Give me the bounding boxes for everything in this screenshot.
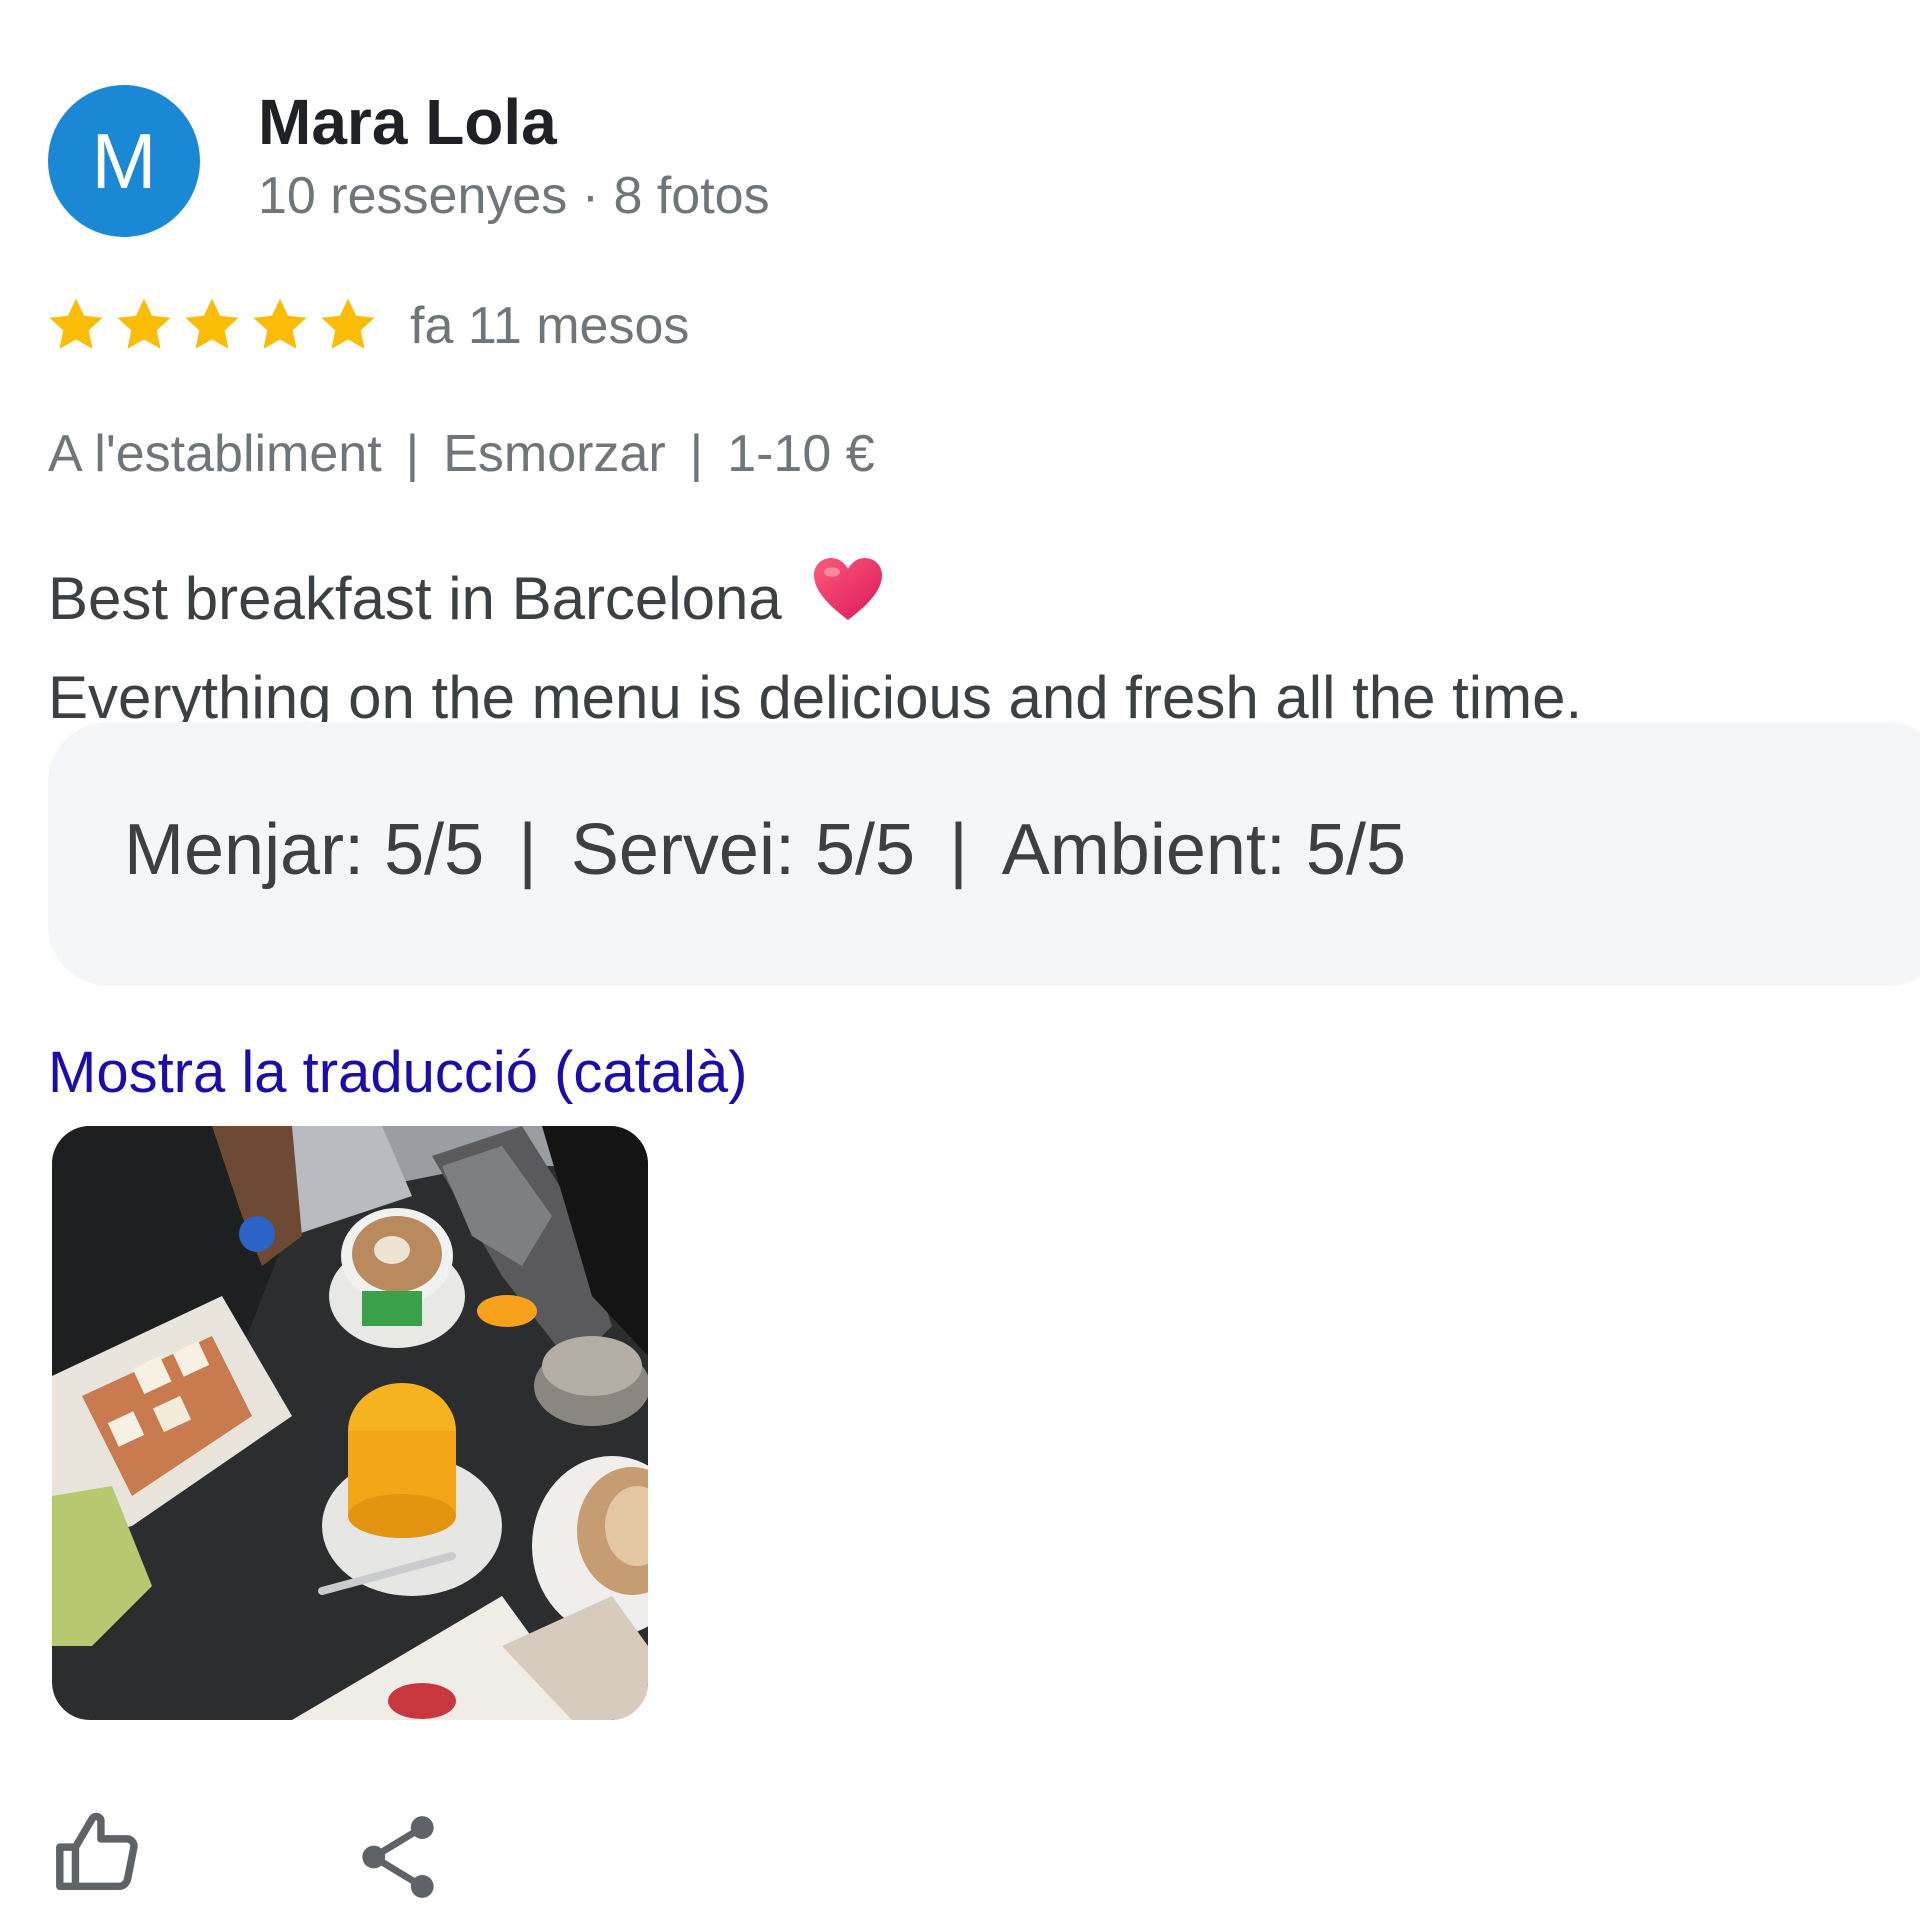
share-button[interactable] bbox=[356, 1812, 440, 1902]
tag-meal-type: Esmorzar bbox=[443, 425, 666, 483]
star-icon bbox=[321, 298, 375, 349]
review-photo[interactable] bbox=[52, 1126, 648, 1720]
tag-service-type: A l'establiment bbox=[48, 425, 382, 483]
thumb-up-icon bbox=[56, 1812, 138, 1891]
star-icon bbox=[253, 298, 307, 349]
star-rating bbox=[44, 294, 380, 356]
like-button[interactable] bbox=[50, 1806, 144, 1900]
tag-separator: | bbox=[689, 425, 704, 483]
tag-price-range: 1-10 € bbox=[727, 425, 875, 483]
tag-separator: | bbox=[405, 425, 420, 483]
avatar-initial: M bbox=[91, 117, 157, 205]
review-line-1: Best breakfast in Barcelona bbox=[48, 565, 782, 632]
share-icon bbox=[362, 1816, 434, 1898]
subrating-food: Menjar: 5/5 bbox=[124, 810, 485, 890]
review-tags: A l'establiment | Esmorzar | 1-10 € bbox=[48, 428, 875, 480]
author-meta: 10 ressenyes · 8 fotos bbox=[258, 167, 770, 225]
author-name[interactable]: Mara Lola bbox=[258, 90, 557, 154]
subrating-separator: | bbox=[949, 810, 968, 890]
subratings-box: Menjar: 5/5 | Servei: 5/5 | Ambient: 5/5 bbox=[48, 722, 1920, 986]
star-icon bbox=[49, 298, 103, 349]
subrating-separator: | bbox=[518, 810, 537, 890]
avatar[interactable]: M bbox=[48, 85, 200, 237]
star-icon bbox=[117, 298, 171, 349]
star-icon bbox=[185, 298, 239, 349]
review-text: Best breakfast in Barcelona Everything o… bbox=[48, 548, 1582, 746]
show-translation-link[interactable]: Mostra la traducció (català) bbox=[48, 1044, 747, 1102]
subrating-atmosphere: Ambient: 5/5 bbox=[1001, 810, 1407, 890]
heart-icon bbox=[812, 554, 884, 650]
review-date: fa 11 mesos bbox=[410, 297, 690, 355]
subrating-service: Servei: 5/5 bbox=[570, 810, 916, 890]
